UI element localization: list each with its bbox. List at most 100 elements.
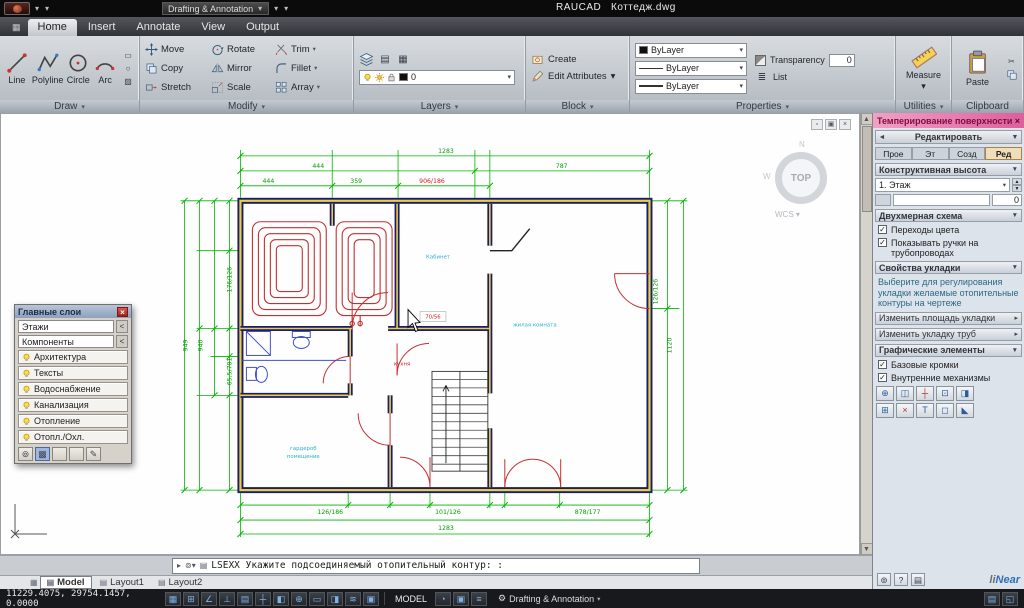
panel-footer-icon[interactable]: ▤ [911, 573, 925, 586]
palette-blank-icon2[interactable] [69, 447, 84, 461]
layer-row-texts[interactable]: Тексты [18, 366, 128, 380]
layer-row-heating[interactable]: Отопление [18, 414, 128, 428]
layout-grid-icon[interactable]: ▦ [30, 578, 38, 587]
status-corner-icon[interactable]: ◱ [1002, 592, 1018, 606]
palette-title-bar[interactable]: Главные слои × [15, 305, 131, 318]
status-toggle-icon[interactable]: ▦ [165, 592, 181, 606]
panel-label-properties[interactable]: Properties▾ [630, 100, 895, 113]
height-value-field[interactable]: 0 [992, 194, 1022, 206]
keyboard-icon[interactable]: ▤ [200, 561, 208, 570]
tab-insert[interactable]: Insert [78, 19, 126, 36]
graphics-tool-icon[interactable]: ┼ [916, 386, 934, 401]
rectangle-icon[interactable]: ▭ [122, 50, 134, 61]
drawing-canvas[interactable]: 1283444787444359906/186949940176/12665,5… [0, 113, 860, 555]
list-button[interactable]: ≣ List [755, 72, 855, 83]
panel-label-layers[interactable]: Layers▾ [354, 100, 525, 113]
status-tool-icon[interactable]: ≡ [471, 592, 487, 606]
create-block-button[interactable]: Create [531, 53, 615, 66]
tab-annotate[interactable]: Annotate [126, 19, 190, 36]
status-tool-icon[interactable]: ▣ [453, 592, 469, 606]
status-toggle-icon[interactable]: ∠ [201, 592, 217, 606]
ribbon-grid-icon[interactable]: ▦ [6, 22, 27, 36]
graphics-tool-icon[interactable]: × [896, 403, 914, 418]
move-button[interactable]: Move [145, 43, 211, 56]
back-arrow-icon[interactable]: ◄ [876, 134, 888, 141]
status-toggle-icon[interactable]: ◨ [327, 592, 343, 606]
edit-laying-area-button[interactable]: Изменить площадь укладки▸ [875, 312, 1022, 325]
linetype-dropdown[interactable]: ByLayer▾ [635, 61, 747, 76]
status-toggle-icon[interactable]: ▣ [363, 592, 379, 606]
graphics-tool-icon[interactable]: ◻ [936, 403, 954, 418]
compass-west-label[interactable]: W [763, 172, 771, 181]
status-toggle-icon[interactable]: ◧ [273, 592, 289, 606]
checkbox-checked-icon[interactable]: ✓ [878, 360, 887, 369]
graphic-elements-header[interactable]: Графические элементы▼ [875, 344, 1022, 357]
line-button[interactable]: Line [5, 52, 29, 85]
model-space-button[interactable]: MODEL [390, 594, 432, 604]
tab-project[interactable]: Прое [875, 147, 912, 160]
height-field[interactable] [893, 194, 990, 206]
edit-section-bar[interactable]: ◄ Редактировать ▼ [875, 130, 1022, 144]
graphics-tool-icon[interactable]: ⊞ [876, 403, 894, 418]
checkbox-checked-icon[interactable]: ✓ [878, 225, 887, 234]
vertical-scrollbar[interactable]: ▲ ▼ [860, 113, 872, 555]
panel-label-clipboard[interactable]: Clipboard [952, 100, 1023, 113]
tab-view[interactable]: View [191, 19, 235, 36]
panel-footer-icon[interactable]: ? [894, 573, 908, 586]
panel-label-draw[interactable]: Draw▾ [0, 100, 139, 113]
command-input[interactable]: ▸ ⊚▾ ▤ LSEXX Укажите подсоединяемый отоп… [172, 558, 700, 574]
trim-button[interactable]: Trim▾ [275, 43, 347, 56]
scheme-section-header[interactable]: Двухмерная схема▼ [875, 209, 1022, 222]
collapse-left-icon[interactable]: < [116, 320, 128, 333]
status-toggle-icon[interactable]: ▭ [309, 592, 325, 606]
layer-state-icon[interactable]: ▤ [378, 54, 392, 65]
height-section-header[interactable]: Конструктивная высота▼ [875, 163, 1022, 176]
hatch-icon[interactable]: ▨ [122, 76, 134, 87]
array-button[interactable]: Array▾ [275, 81, 347, 94]
laying-props-header[interactable]: Свойства укладки▼ [875, 261, 1022, 274]
palette-globe-icon[interactable]: ⊚ [18, 447, 33, 461]
object-color-dropdown[interactable]: ByLayer▾ [635, 43, 747, 58]
workspace-switch-button[interactable]: ⚙ Drafting & Annotation ▾ [498, 593, 600, 604]
layer-row-sewage[interactable]: Канализация [18, 398, 128, 412]
collapse-left-icon2[interactable]: < [116, 335, 128, 348]
view-cube-face[interactable]: TOP [775, 152, 827, 204]
graphics-tool-icon[interactable]: ⊡ [936, 386, 954, 401]
command-search-icon[interactable]: ⊚▾ [185, 561, 196, 570]
status-corner-icon[interactable]: ▤ [984, 592, 1000, 606]
show-handles-option[interactable]: ✓Показывать ручки на трубопроводах [878, 238, 1019, 258]
scale-button[interactable]: Scale [211, 81, 275, 94]
graphics-tool-icon[interactable]: ◣ [956, 403, 974, 418]
checkbox-checked-icon[interactable]: ✓ [878, 373, 887, 382]
arc-button[interactable]: Arc [93, 52, 117, 85]
status-toggle-icon[interactable]: ≋ [345, 592, 361, 606]
compass-north-label[interactable]: N [799, 140, 805, 149]
transparency-input[interactable]: 0 [829, 54, 855, 67]
layer-row-architecture[interactable]: Архитектура [18, 350, 128, 364]
close-icon[interactable]: × [1015, 116, 1020, 126]
tab-model[interactable]: ▤Model [40, 576, 92, 589]
edit-pipe-laying-button[interactable]: Изменить укладку труб▸ [875, 328, 1022, 341]
copy-clip-icon[interactable] [1006, 69, 1018, 81]
circle-button[interactable]: Circle [66, 52, 90, 85]
tab-layout1[interactable]: ▤Layout1 [94, 576, 150, 589]
close-icon[interactable]: × [117, 307, 128, 317]
panel-label-block[interactable]: Block▾ [526, 100, 629, 113]
status-toggle-icon[interactable]: ⊥ [219, 592, 235, 606]
layer-row-hvac[interactable]: Отопл./Охл. [18, 430, 128, 444]
palette-pattern-icon[interactable]: ▩ [35, 447, 50, 461]
floor-spinner[interactable]: ▲▼ [1012, 178, 1022, 192]
graphics-tool-icon[interactable]: ⊕ [876, 386, 894, 401]
scroll-up-icon[interactable]: ▲ [861, 113, 873, 125]
minimize-viewport-icon[interactable]: ▫ [811, 119, 823, 130]
copy-button[interactable]: Copy [145, 62, 211, 75]
polyline-button[interactable]: Polyline [32, 52, 64, 85]
spin-down-icon[interactable]: ▼ [1012, 185, 1022, 192]
layer-properties-icon[interactable] [359, 52, 374, 67]
floors-dropdown[interactable]: Этажи [18, 320, 114, 333]
status-toggle-icon[interactable]: ▤ [237, 592, 253, 606]
wcs-selector[interactable]: WCS ▾ [775, 210, 800, 219]
toolbar-overflow-icon[interactable]: ▾ [273, 2, 279, 15]
tab-home[interactable]: Home [28, 19, 77, 36]
cut-icon[interactable]: ✂ [1006, 56, 1018, 67]
